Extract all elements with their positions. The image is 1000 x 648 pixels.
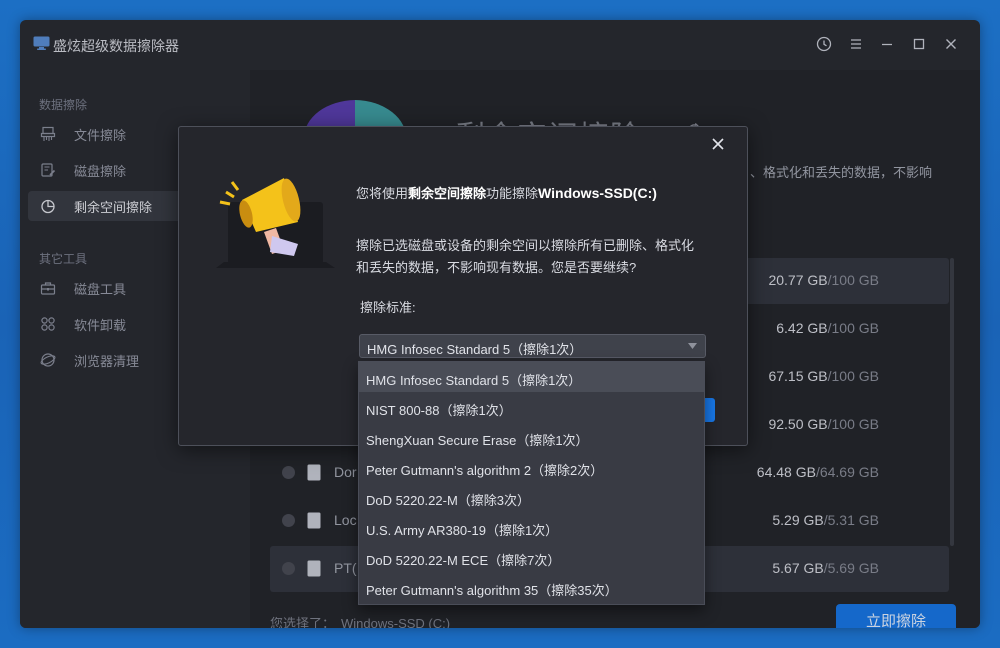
dropdown-option[interactable]: ShengXuan Secure Erase（擦除1次） — [359, 422, 704, 452]
dropdown-option[interactable]: Peter Gutmann's algorithm 2（擦除2次） — [359, 452, 704, 482]
dialog-confirm-button[interactable] — [705, 398, 715, 422]
dropdown-option[interactable]: U.S. Army AR380-19（擦除1次） — [359, 512, 704, 542]
dropdown-option[interactable]: DoD 5220.22-M ECE（擦除7次） — [359, 542, 704, 572]
erase-standard-label: 擦除标准: — [360, 300, 416, 315]
app-window: 盛炫超级数据擦除器 数据擦除 文件擦除 磁盘擦除 剩余空间擦除 其它工具 磁盘工… — [20, 20, 980, 628]
dialog-close-icon[interactable] — [709, 135, 727, 153]
erase-standard-select[interactable]: HMG Infosec Standard 5（擦除1次） — [359, 334, 706, 358]
select-value: HMG Infosec Standard 5（擦除1次） — [367, 342, 583, 357]
megaphone-icon — [216, 178, 335, 268]
dropdown-option[interactable]: DoD 5220.22-M（擦除3次） — [359, 482, 704, 512]
dialog-message: 擦除已选磁盘或设备的剩余空间以擦除所有已删除、格式化和丢失的数据，不影响现有数据… — [356, 238, 695, 275]
dropdown-option[interactable]: NIST 800-88（擦除1次） — [359, 392, 704, 422]
dialog-headline: 您将使用剩余空间擦除功能擦除Windows-SSD(C:) — [356, 185, 657, 201]
erase-standard-dropdown: HMG Infosec Standard 5（擦除1次） NIST 800-88… — [358, 361, 705, 605]
caret-down-icon — [688, 343, 697, 349]
dropdown-option[interactable]: HMG Infosec Standard 5（擦除1次） — [359, 362, 704, 392]
dropdown-option[interactable]: Peter Gutmann's algorithm 35（擦除35次） — [359, 572, 704, 602]
